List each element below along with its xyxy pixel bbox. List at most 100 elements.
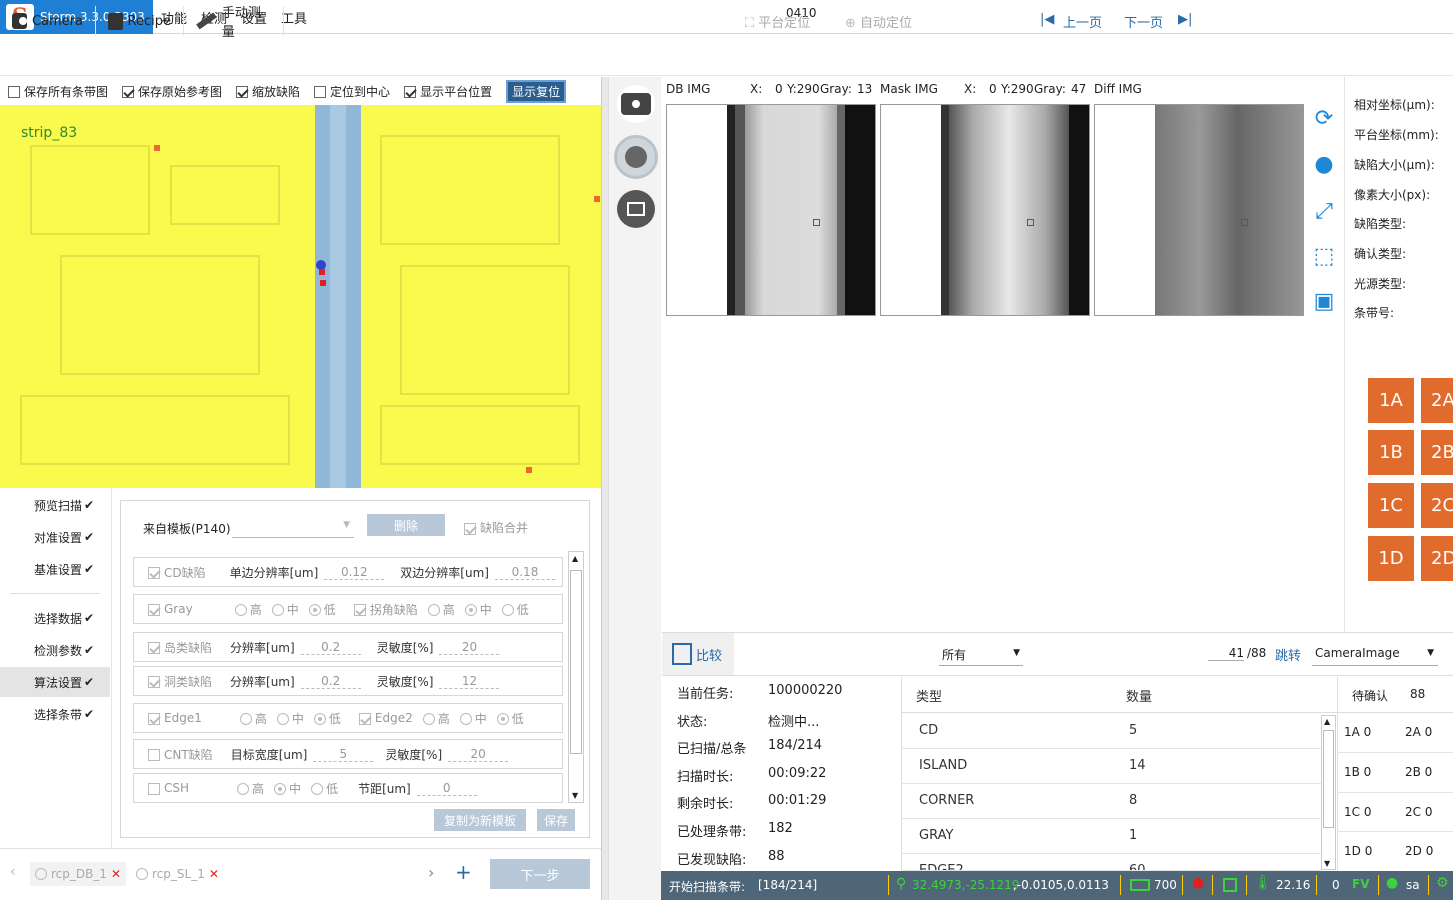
cnt-width-field[interactable]: 5 (313, 747, 374, 762)
next-page-button[interactable]: 下一页 (1124, 12, 1163, 31)
first-page-icon[interactable]: |◀ (1040, 12, 1054, 27)
table-row[interactable]: CD 5 (901, 714, 1321, 749)
tab-rcp-sl-1[interactable]: rcp_SL_1 ✕ (132, 862, 222, 886)
expand-icon[interactable]: ⤢ (1308, 195, 1340, 227)
image-type-select[interactable]: CameraImage ▼ (1312, 642, 1438, 666)
defect-map-icon[interactable] (614, 135, 658, 179)
show-platform-checkbox[interactable]: 显示平台位置 (404, 83, 492, 100)
camera-button[interactable]: Camera (0, 6, 96, 36)
table-row[interactable]: ISLAND 14 (901, 749, 1321, 784)
reset-display-button[interactable]: 显示复位 (506, 79, 567, 103)
nav-preview-scan[interactable]: 预览扫描 ✔ (0, 490, 110, 520)
save-params-button[interactable]: 保存 (537, 809, 575, 831)
grade-1c-button[interactable]: 1C (1368, 483, 1414, 528)
palette-icon[interactable]: ● (1308, 148, 1340, 180)
compare-button[interactable]: 比较 (662, 633, 734, 675)
defect-marker[interactable] (154, 145, 160, 151)
refresh-icon[interactable]: ⟳ (1308, 102, 1340, 134)
add-tab-icon[interactable]: + (455, 860, 472, 884)
status-number: 700 (1154, 878, 1177, 892)
cnt-sens-field[interactable]: 20 (448, 747, 509, 762)
platform-locate-button[interactable]: ⛶ 平台定位 (745, 12, 810, 31)
grade-2a-button[interactable]: 2A (1421, 378, 1453, 423)
grade-2d-button[interactable]: 2D (1421, 536, 1453, 581)
recipe-button[interactable]: Recipe (96, 6, 184, 36)
save-icon[interactable]: ▣ (1308, 285, 1340, 317)
last-page-icon[interactable]: ▶| (1178, 12, 1192, 27)
edge1-checkbox[interactable] (148, 712, 160, 725)
defect-marker[interactable] (320, 280, 326, 286)
strip-image-view[interactable]: strip_83 (0, 105, 601, 488)
cnt-defect-checkbox[interactable] (148, 749, 160, 761)
mask-image[interactable] (880, 104, 1090, 316)
zoom-defect-checkbox[interactable]: 缩放缺陷 (236, 83, 300, 100)
csh-pitch-field[interactable]: 0 (416, 781, 477, 796)
save-all-strips-checkbox[interactable]: 保存所有条带图 (8, 83, 108, 100)
nav-select-data[interactable]: 选择数据 ✔ (0, 603, 110, 633)
csh-checkbox[interactable] (148, 782, 160, 795)
nav-detect-params[interactable]: 检测参数 ✔ (0, 635, 110, 665)
nav-select-strip[interactable]: 选择条带 ✔ (0, 699, 110, 729)
tab-rcp-db-1[interactable]: rcp_DB_1 ✕ (30, 862, 126, 886)
compare-icon (672, 643, 692, 665)
pending-1c: 1C 0 (1344, 805, 1372, 819)
filter-select[interactable]: 所有 ▼ (939, 642, 1023, 666)
hole-sens-field[interactable]: 12 (439, 674, 500, 689)
defect-marker[interactable] (594, 196, 600, 202)
gear-icon[interactable]: ⚙ (1436, 875, 1449, 891)
next-step-button[interactable]: 下一步 (490, 859, 590, 889)
add-region-icon[interactable]: ⬚ (1308, 240, 1340, 272)
nav-algorithm-settings[interactable]: 算法设置 ✔ (0, 667, 110, 697)
close-icon[interactable]: ✕ (111, 867, 121, 881)
page-input[interactable]: 41 (1208, 646, 1244, 661)
params-scrollbar[interactable]: ▲ ▼ (568, 551, 584, 803)
grade-1a-button[interactable]: 1A (1368, 378, 1414, 423)
nav-align-settings[interactable]: 对准设置 ✔ (0, 522, 110, 552)
island-sens-field[interactable]: 20 (439, 640, 500, 655)
jump-button[interactable]: 跳转 (1275, 645, 1301, 664)
hole-res-field[interactable]: 0.2 (300, 674, 361, 689)
menu-tools[interactable]: 工具 (281, 8, 307, 27)
nav-baseline-settings[interactable]: 基准设置 ✔ (0, 554, 110, 584)
corner-defect-checkbox[interactable] (353, 604, 366, 616)
manual-measure-button[interactable]: 手动测量 (184, 6, 284, 40)
prev-page-button[interactable]: 上一页 (1063, 12, 1102, 31)
locate-center-checkbox[interactable]: 定位到中心 (314, 83, 390, 100)
grade-2b-button[interactable]: 2B (1421, 430, 1453, 475)
island-defect-checkbox[interactable] (148, 642, 160, 654)
gray-row: Gray 高中低 拐角缺陷 高中低 (133, 594, 563, 624)
cd-defect-checkbox[interactable] (148, 567, 160, 579)
cd-single-res-field[interactable]: 0.12 (324, 565, 385, 580)
grade-1b-button[interactable]: 1B (1368, 430, 1414, 475)
db-image[interactable] (666, 104, 876, 316)
splitter[interactable] (601, 77, 608, 900)
task-defects-label: 已发现缺陷: (677, 853, 747, 868)
table-row[interactable]: EDGE2 60 (901, 854, 1321, 871)
table-row[interactable]: CORNER 8 (901, 784, 1321, 819)
table-scrollbar[interactable]: ▲ ▼ (1321, 715, 1336, 870)
hole-defect-checkbox[interactable] (148, 676, 160, 688)
gray-checkbox[interactable] (148, 603, 160, 616)
table-row[interactable]: GRAY 1 (901, 819, 1321, 854)
capture-camera-icon[interactable] (617, 85, 655, 123)
tab-scroll-left-icon[interactable]: ‹ (10, 864, 16, 880)
grade-2c-button[interactable]: 2C (1421, 483, 1453, 528)
edge2-checkbox[interactable] (358, 712, 371, 725)
merge-defects-checkbox[interactable]: 缺陷合并 (464, 519, 528, 536)
task-scan-time-label: 扫描时长: (677, 770, 734, 785)
defect-marker[interactable] (526, 467, 532, 473)
diff-image[interactable] (1094, 104, 1304, 316)
image-frame-icon[interactable] (617, 190, 655, 228)
crosshair-icon: ⊕ (845, 16, 856, 31)
close-icon[interactable]: ✕ (209, 867, 219, 881)
grade-1d-button[interactable]: 1D (1368, 536, 1414, 581)
cd-double-res-field[interactable]: 0.18 (494, 565, 555, 580)
auto-locate-button[interactable]: ⊕ 自动定位 (845, 12, 912, 31)
defect-marker[interactable] (319, 269, 325, 275)
delete-button[interactable]: 删除 (367, 514, 445, 536)
save-raw-ref-checkbox[interactable]: 保存原始参考图 (122, 83, 222, 100)
island-res-field[interactable]: 0.2 (300, 640, 361, 655)
template-select[interactable]: ▼ (232, 516, 354, 538)
tab-scroll-right-icon[interactable]: › (428, 863, 434, 882)
copy-template-button[interactable]: 复制为新模板 (434, 809, 526, 831)
